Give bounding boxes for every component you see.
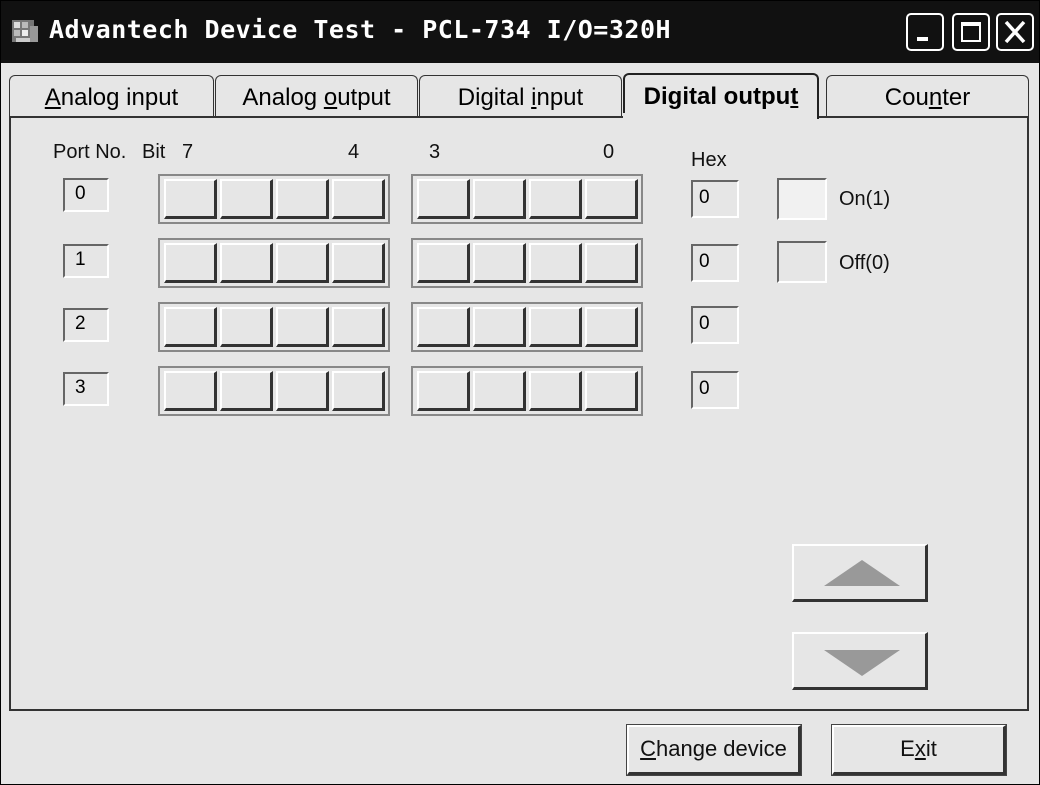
bits-high-group [158,174,390,224]
port-number: 1 [63,244,109,278]
bit-1-button[interactable] [529,371,582,411]
port-number: 2 [63,308,109,342]
down-arrow-icon [824,650,900,676]
maximize-button[interactable] [952,13,990,51]
tab-counter[interactable]: Counter [826,75,1029,119]
close-button[interactable] [996,13,1034,51]
bit-5-button[interactable] [276,179,329,219]
up-arrow-icon [824,560,900,586]
bit-3-button[interactable] [417,371,470,411]
bit-1-button[interactable] [529,179,582,219]
tab-label: Digital input [457,84,584,111]
tab-label: Digital output [643,83,799,110]
hex-value: 0 [691,244,739,282]
hex-value: 0 [691,371,739,409]
bits-low-group [411,238,643,288]
bit-2-button[interactable] [473,371,526,411]
bit4-label: 4 [348,141,360,163]
bit-0-button[interactable] [585,307,638,347]
minimize-icon [917,37,928,41]
bit-2-button[interactable] [473,179,526,219]
scroll-up-button[interactable] [792,544,928,602]
bit7-label: 7 [182,141,194,163]
bit-4-button[interactable] [332,307,385,347]
window-title: Advantech Device Test - PCL-734 I/O=320H [49,15,672,44]
bits-low-group [411,366,643,416]
on-label: On(1) [839,188,891,210]
bit-3-button[interactable] [417,179,470,219]
bit-6-button[interactable] [220,307,273,347]
on-indicator [777,178,827,220]
scroll-down-button[interactable] [792,632,928,690]
off-label: Off(0) [839,252,890,274]
title-bar[interactable]: Advantech Device Test - PCL-734 I/O=320H [1,1,1039,63]
bit-label: Bit [142,141,166,163]
bit3-label: 3 [429,141,441,163]
bit-7-button[interactable] [164,307,217,347]
close-icon [1004,20,1026,44]
bit0-label: 0 [603,141,615,163]
bit-5-button[interactable] [276,307,329,347]
port-no-label: Port No. [53,141,127,163]
active-tab-joint [623,113,817,119]
tab-label: Counter [884,84,971,111]
bit-2-button[interactable] [473,307,526,347]
port-number: 0 [63,178,109,212]
tab-label: Analog output [242,84,391,111]
bit-0-button[interactable] [585,179,638,219]
bit-0-button[interactable] [585,243,638,283]
bits-high-group [158,302,390,352]
bit-4-button[interactable] [332,179,385,219]
bits-high-group [158,366,390,416]
hex-value: 0 [691,180,739,218]
bits-low-group [411,174,643,224]
exit-button[interactable]: Exit [831,724,1007,776]
port-number: 3 [63,372,109,406]
bit-4-button[interactable] [332,371,385,411]
bits-high-group [158,238,390,288]
exit-label: Exit [900,736,937,761]
tab-analog-input[interactable]: Analog input [9,75,214,119]
app-icon [12,20,38,42]
bit-1-button[interactable] [529,243,582,283]
bit-5-button[interactable] [276,371,329,411]
bit-6-button[interactable] [220,243,273,283]
bit-2-button[interactable] [473,243,526,283]
bit-1-button[interactable] [529,307,582,347]
minimize-button[interactable] [906,13,944,51]
bit-0-button[interactable] [585,371,638,411]
bit-7-button[interactable] [164,243,217,283]
tab-analog-output[interactable]: Analog output [215,75,418,119]
tab-digital-input[interactable]: Digital input [419,75,622,119]
maximize-icon [961,22,981,42]
change-device-label: Change device [640,736,787,761]
bit-4-button[interactable] [332,243,385,283]
bits-low-group [411,302,643,352]
bit-3-button[interactable] [417,243,470,283]
hex-label: Hex [691,149,727,171]
bit-7-button[interactable] [164,371,217,411]
bit-6-button[interactable] [220,371,273,411]
bit-7-button[interactable] [164,179,217,219]
off-indicator [777,241,827,283]
app-window: Advantech Device Test - PCL-734 I/O=320H… [0,0,1040,785]
bit-3-button[interactable] [417,307,470,347]
bit-5-button[interactable] [276,243,329,283]
change-device-button[interactable]: Change device [626,724,802,776]
hex-value: 0 [691,306,739,344]
tab-label: Analog input [44,84,179,111]
bit-6-button[interactable] [220,179,273,219]
